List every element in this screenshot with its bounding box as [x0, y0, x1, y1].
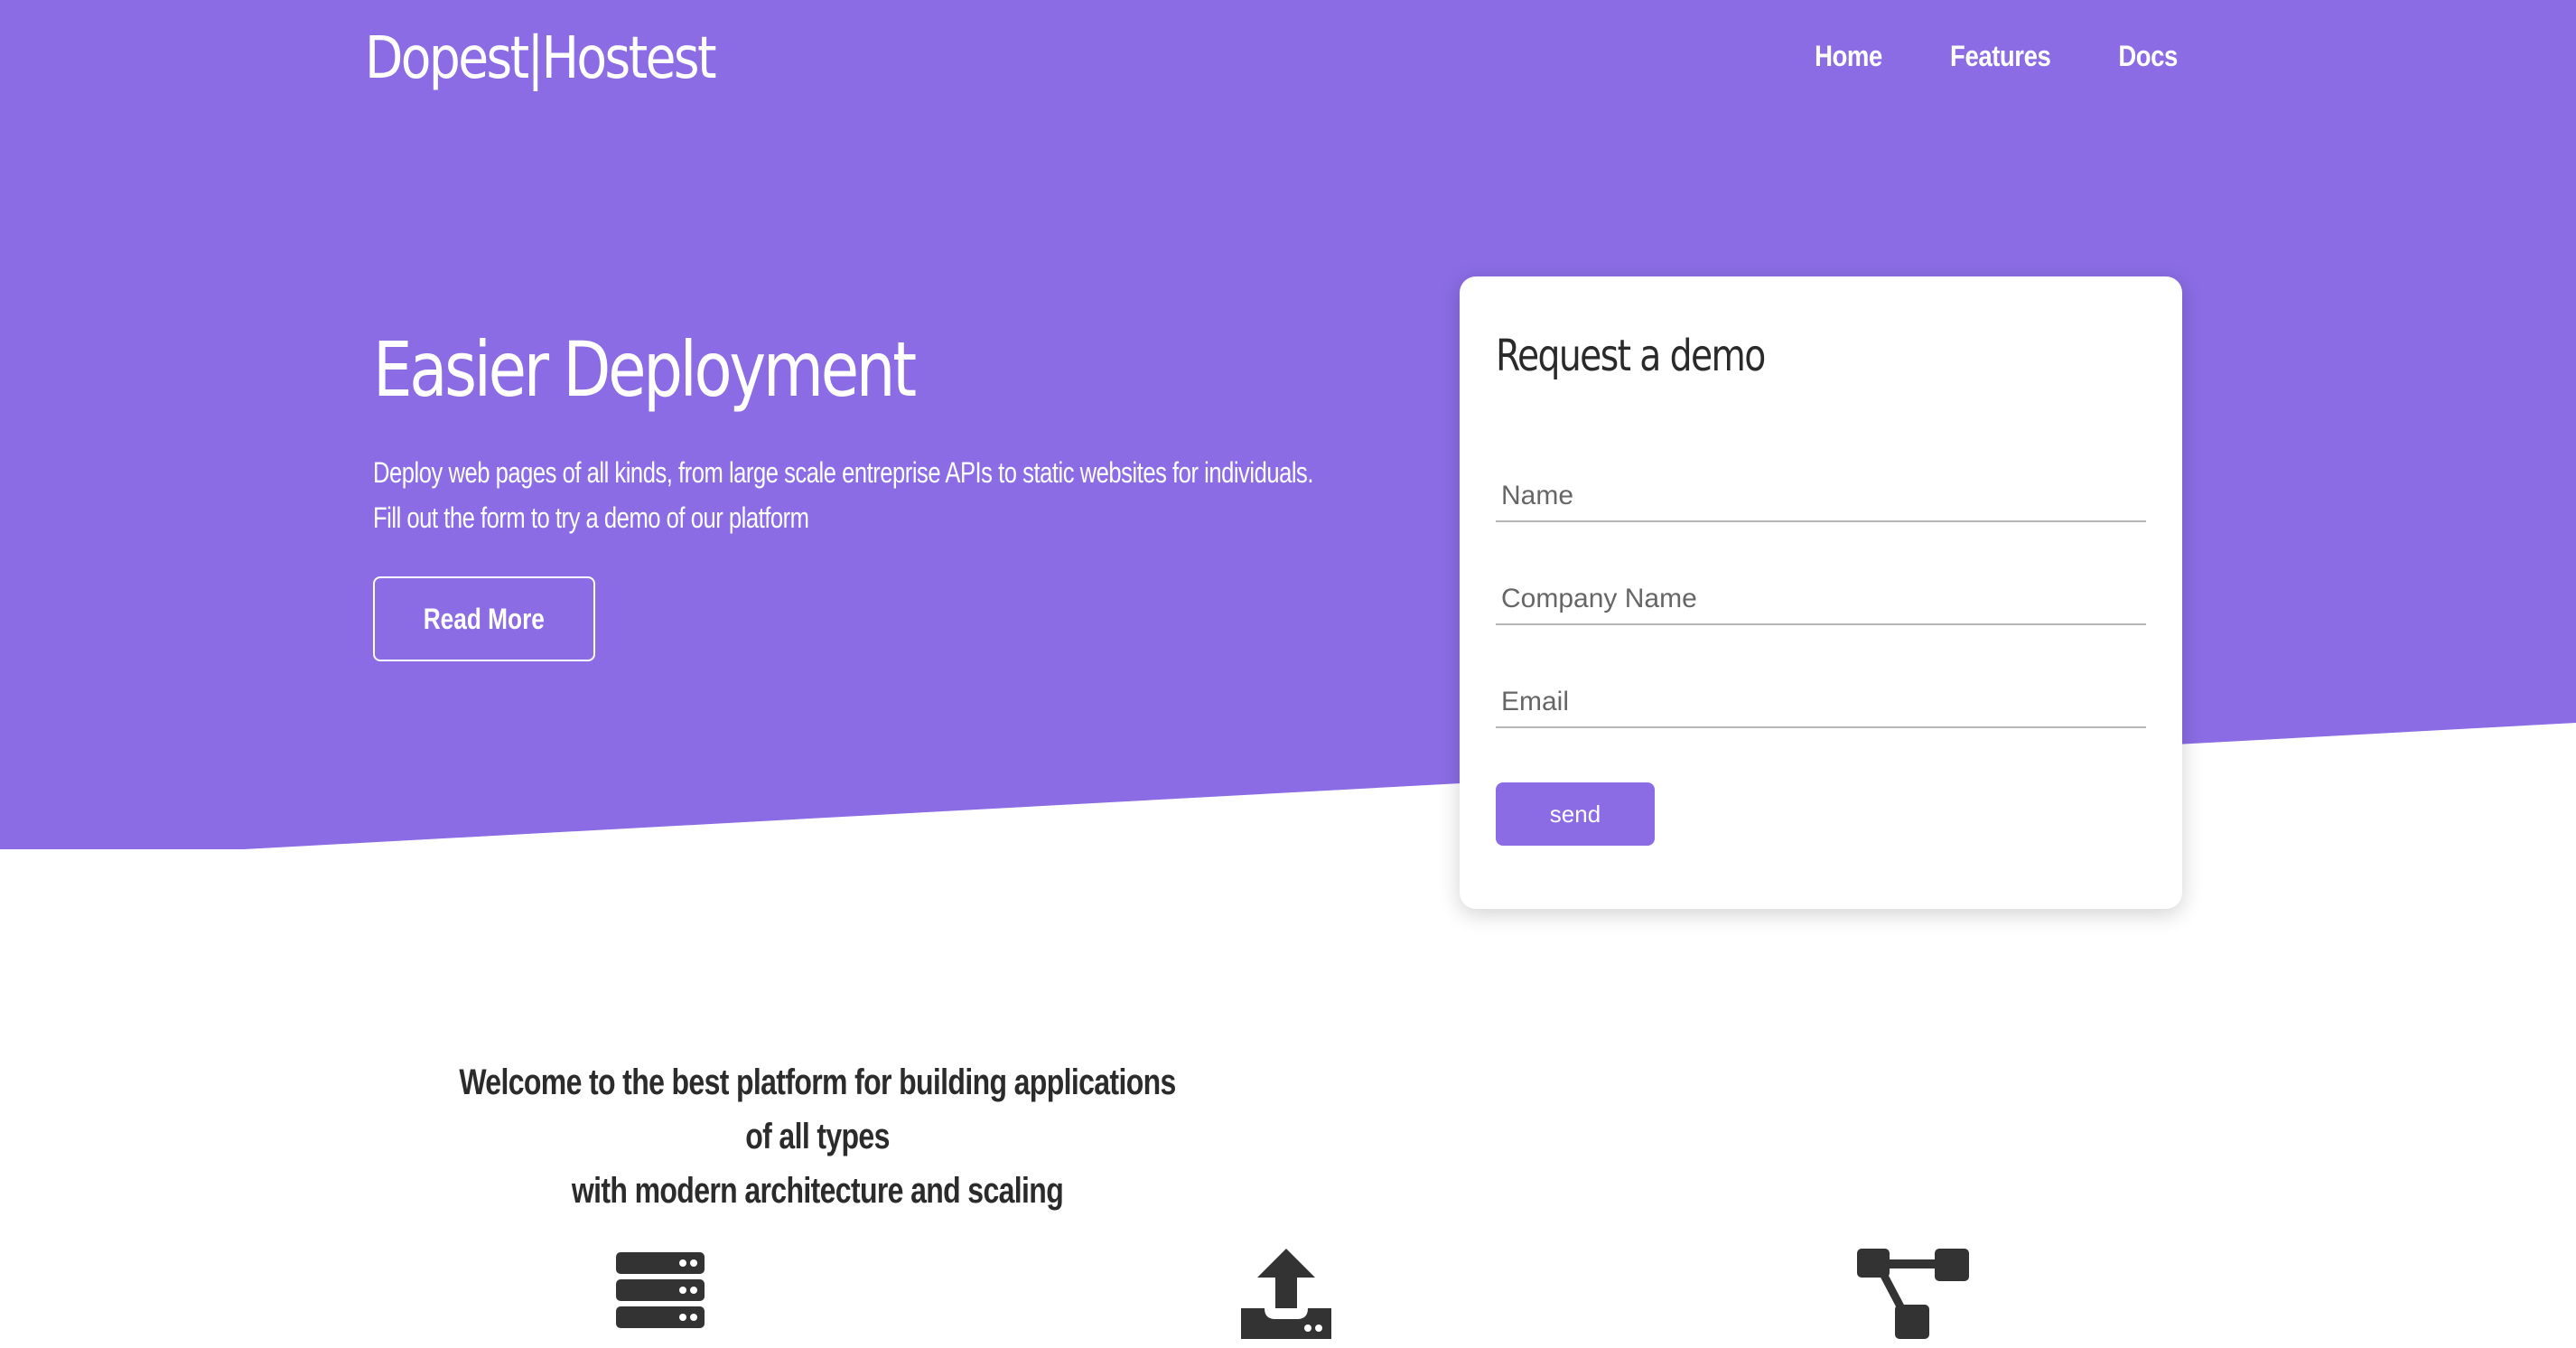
top-nav: Home Features Docs	[1809, 40, 2182, 73]
read-more-button[interactable]: Read More	[373, 576, 595, 661]
request-demo-card: Request a demo send	[1460, 276, 2182, 909]
sitemap-icon	[1857, 1249, 1969, 1339]
send-button[interactable]: send	[1496, 782, 1655, 846]
email-field[interactable]	[1496, 678, 2146, 728]
landing-page: Dopest|Hostest Home Features Docs Easier…	[0, 0, 2576, 1348]
hero-description: Deploy web pages of all kinds, from larg…	[373, 450, 1414, 540]
name-field[interactable]	[1496, 472, 2146, 522]
nav-features-link[interactable]: Features	[1950, 40, 2051, 73]
demo-form-title: Request a demo	[1496, 331, 1766, 381]
server-icon	[616, 1252, 705, 1328]
nav-home-link[interactable]: Home	[1815, 40, 1883, 73]
upload-icon	[1241, 1249, 1331, 1339]
hero-description-line-2: Fill out the form to try a demo of our p…	[373, 501, 809, 534]
hero-background	[0, 0, 2576, 849]
welcome-heading: Welcome to the best platform for buildin…	[361, 1055, 1274, 1218]
hero-description-line-1: Deploy web pages of all kinds, from larg…	[373, 456, 1314, 489]
brand-logo[interactable]: Dopest|Hostest	[365, 25, 717, 92]
welcome-line-2: with modern architecture and scaling	[571, 1171, 1064, 1211]
company-name-field[interactable]	[1496, 575, 2146, 625]
nav-docs-link[interactable]: Docs	[2118, 40, 2178, 73]
welcome-text: Welcome to the best platform for buildin…	[453, 1055, 1182, 1218]
read-more-label: Read More	[423, 602, 546, 635]
welcome-line-1: Welcome to the best platform for buildin…	[459, 1062, 1176, 1156]
hero-title: Easier Deployment	[373, 325, 917, 414]
